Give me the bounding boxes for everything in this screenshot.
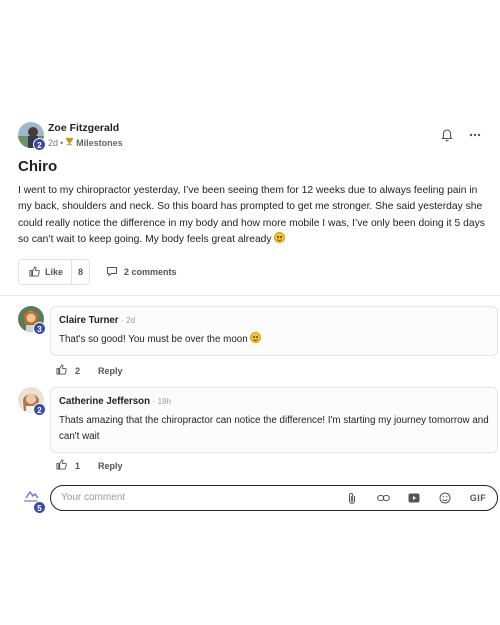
link-icon[interactable] bbox=[376, 491, 390, 505]
bell-icon[interactable] bbox=[440, 128, 454, 142]
post-title: Chiro bbox=[18, 158, 58, 175]
commenter-name[interactable]: Claire Turner bbox=[59, 315, 119, 326]
comment-text: Thats amazing that the chiropractor can … bbox=[59, 415, 489, 442]
comment-bubble: Claire Turner · 2d That's so good! You m… bbox=[50, 306, 498, 356]
commenter-level-badge: 3 bbox=[33, 322, 46, 335]
reply-button[interactable]: Reply bbox=[98, 461, 123, 471]
post-body-text: I went to my chiropractor yesterday, I’v… bbox=[18, 185, 485, 246]
comment-text: That's so good! You must be over the moo… bbox=[59, 334, 248, 345]
smiley-emoji-icon bbox=[250, 332, 262, 343]
like-group: Like 8 bbox=[18, 259, 91, 285]
comment-time: 2d bbox=[126, 316, 136, 325]
like-button[interactable]: Like bbox=[19, 260, 73, 284]
post-group-link[interactable]: Milestones bbox=[76, 138, 123, 148]
trophy-icon bbox=[65, 137, 74, 148]
current-user-level-badge: 5 bbox=[33, 501, 46, 514]
post-author-row: 2 Zoe Fitzgerald 2d • Milestones bbox=[18, 122, 482, 152]
comment-composer: 5 Your comment GIF bbox=[18, 485, 498, 515]
smiley-emoji-icon bbox=[274, 232, 286, 244]
commenter-name-line: Claire Turner · 2d bbox=[59, 315, 136, 326]
gif-button[interactable]: GIF bbox=[469, 491, 487, 505]
comment-input[interactable]: Your comment GIF bbox=[50, 485, 498, 511]
comment-bubble: Catherine Jefferson · 19h Thats amazing … bbox=[50, 387, 498, 453]
post-meta: 2d • Milestones bbox=[48, 137, 123, 148]
thumbs-up-icon[interactable] bbox=[56, 459, 67, 472]
commenter-name-line: Catherine Jefferson · 19h bbox=[59, 396, 171, 407]
post-time: 2d bbox=[48, 137, 59, 148]
comment-icon bbox=[106, 266, 118, 279]
comment-actions: 1 Reply bbox=[56, 459, 123, 472]
composer-tools: GIF bbox=[345, 491, 487, 505]
comment-actions: 2 Reply bbox=[56, 364, 123, 377]
video-icon[interactable] bbox=[407, 491, 421, 505]
like-label: Like bbox=[45, 267, 64, 277]
comment-time: 19h bbox=[157, 397, 171, 406]
comment-item: 3 Claire Turner · 2d That's so good! You… bbox=[18, 306, 498, 386]
thumbs-up-icon[interactable] bbox=[56, 364, 67, 377]
reply-button[interactable]: Reply bbox=[98, 366, 123, 376]
post-body: I went to my chiropractor yesterday, I’v… bbox=[18, 183, 486, 249]
paperclip-icon[interactable] bbox=[345, 491, 359, 505]
thumbs-up-icon bbox=[29, 265, 40, 279]
comment-item: 2 Catherine Jefferson · 19h Thats amazin… bbox=[18, 387, 498, 477]
more-icon[interactable] bbox=[468, 128, 482, 142]
post-divider bbox=[0, 295, 500, 296]
comment-like-count: 2 bbox=[75, 365, 81, 376]
commenter-name[interactable]: Catherine Jefferson bbox=[59, 396, 150, 407]
meta-separator: • bbox=[60, 137, 64, 148]
comment-like-count: 1 bbox=[75, 460, 81, 471]
comment-input-placeholder: Your comment bbox=[61, 492, 126, 503]
comments-label: 2 comments bbox=[124, 267, 177, 277]
post-header-actions bbox=[440, 128, 482, 142]
emoji-icon[interactable] bbox=[438, 491, 452, 505]
author-name[interactable]: Zoe Fitzgerald bbox=[48, 122, 119, 134]
post-action-bar: Like 8 2 comments bbox=[18, 259, 177, 285]
comment-text-line: That's so good! You must be over the moo… bbox=[59, 332, 489, 348]
like-count[interactable]: 8 bbox=[72, 267, 89, 277]
comments-button[interactable]: 2 comments bbox=[106, 266, 177, 279]
commenter-level-badge: 2 bbox=[33, 403, 46, 416]
author-level-badge: 2 bbox=[33, 138, 46, 151]
